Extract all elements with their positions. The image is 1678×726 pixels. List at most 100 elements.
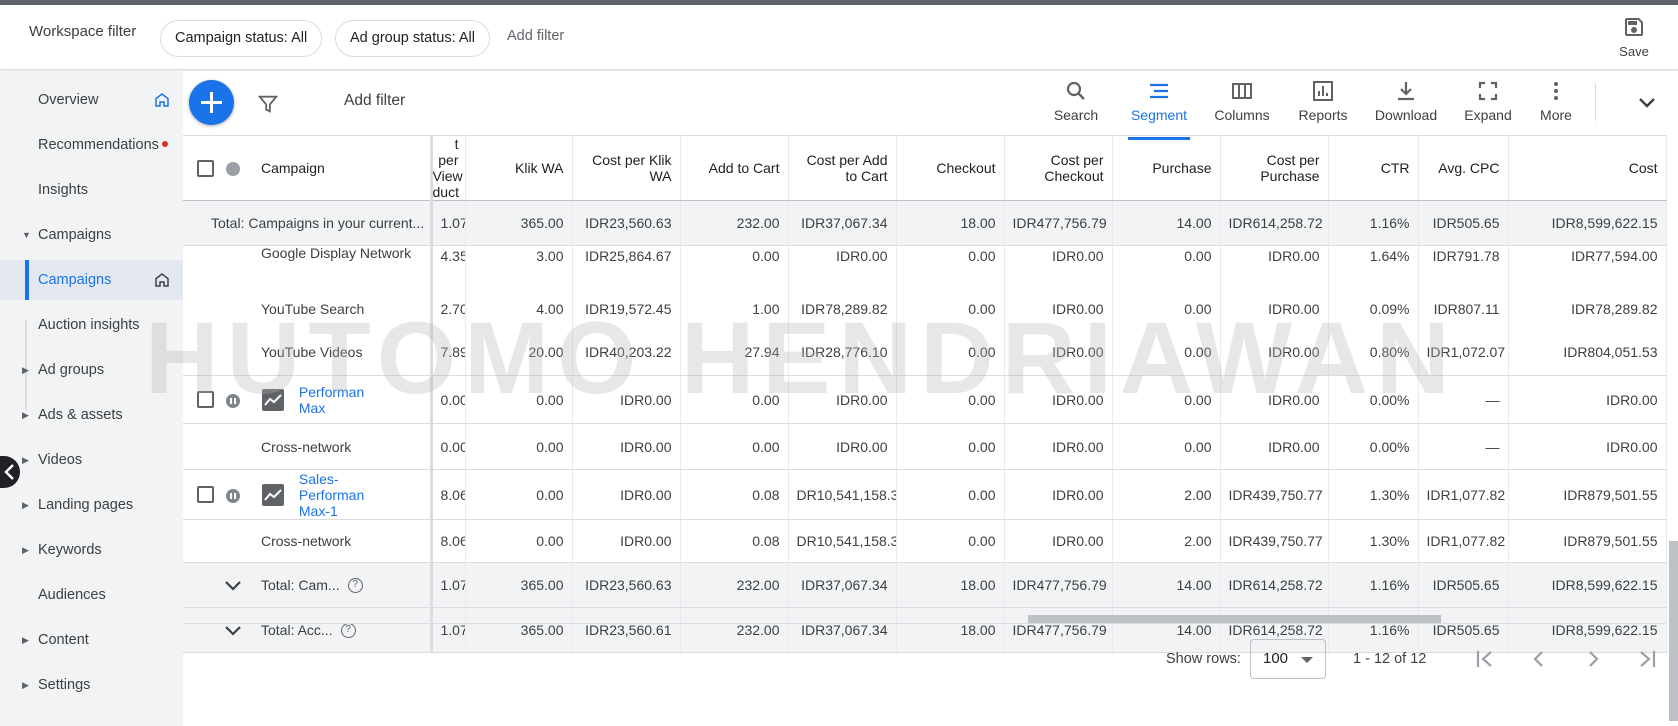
paused-status-icon[interactable]: [226, 488, 240, 503]
add-to-cart-header[interactable]: Add to Cart: [680, 135, 789, 201]
campaign-row[interactable]: Performan Max 0.00 0.00 IDR0.00 0.00 IDR…: [183, 375, 1667, 424]
sidebar-item-auction-insights[interactable]: Auction insights: [0, 305, 183, 345]
filter-icon[interactable]: [257, 93, 279, 115]
rows-per-page-select[interactable]: 100: [1250, 639, 1326, 679]
sidebar-item-campaigns-group[interactable]: ▼ Campaigns: [0, 215, 183, 255]
sidebar-item-campaigns[interactable]: Campaigns: [0, 260, 183, 300]
table-cell: IDR0.00: [1004, 375, 1113, 424]
table-cell: 1.00: [680, 287, 789, 330]
cost-per-add-to-cart-header[interactable]: Cost per Add to Cart: [788, 135, 897, 201]
table-cell: IDR439,750.77: [1220, 469, 1329, 520]
home-icon: [155, 93, 169, 107]
show-rows-label: Show rows:: [1166, 651, 1241, 667]
campaign-header[interactable]: Campaign: [251, 135, 433, 201]
ad-group-status-chip[interactable]: Ad group status: All: [335, 20, 490, 57]
table-cell: IDR0.00: [1220, 287, 1329, 330]
workspace-add-filter[interactable]: Add filter: [507, 28, 564, 44]
table-cell: IDR23,560.63: [572, 200, 681, 246]
cost-per-klik-wa-header[interactable]: Cost per Klik WA: [572, 135, 681, 201]
download-tool-button[interactable]: Download: [1371, 79, 1441, 123]
row-checkbox[interactable]: [196, 391, 214, 409]
expand-tool-button[interactable]: Expand: [1453, 79, 1523, 123]
table-cell: 8.06: [431, 469, 466, 520]
table-cell: 4.00: [465, 287, 573, 330]
tool-label: Segment: [1130, 107, 1188, 123]
reports-tool-button[interactable]: Reports: [1288, 79, 1358, 123]
sidebar-item-keywords[interactable]: ▶ Keywords: [0, 530, 183, 570]
cost-per-checkout-header[interactable]: Cost per Checkout: [1004, 135, 1113, 201]
help-icon[interactable]: ?: [347, 578, 363, 594]
vertical-scrollbar[interactable]: [1669, 541, 1678, 721]
sidebar-item-ads-assets[interactable]: ▶ Ads & assets: [0, 395, 183, 435]
columns-tool-button[interactable]: Columns: [1207, 79, 1277, 123]
first-page-icon[interactable]: [1473, 648, 1497, 670]
cost-per-purchase-header[interactable]: Cost per Purchase: [1220, 135, 1329, 201]
table-cell: IDR1,072.07: [1418, 329, 1509, 376]
cost-header[interactable]: Cost: [1508, 135, 1667, 201]
sidebar-item-label: Ad groups: [38, 362, 105, 378]
checkout-header[interactable]: Checkout: [896, 135, 1005, 201]
avg-cpc-header[interactable]: Avg. CPC: [1418, 135, 1509, 201]
campaign-name-link[interactable]: Performan Max: [299, 384, 369, 416]
sidebar-item-label: Keywords: [38, 542, 102, 558]
total-campaigns-label: Total: Cam...: [261, 576, 340, 593]
sidebar-item-recommendations[interactable]: Recommendations: [0, 125, 183, 165]
more-tool-button[interactable]: More: [1521, 79, 1591, 123]
purchase-header[interactable]: Purchase: [1112, 135, 1221, 201]
table-footer: Show rows: 100 1 - 12 of 12: [183, 623, 1666, 726]
empty-cell: [215, 288, 251, 330]
chevron-down-icon[interactable]: [1635, 93, 1659, 113]
row-status-cell: [215, 469, 251, 520]
create-button[interactable]: [189, 80, 234, 125]
next-page-icon[interactable]: [1581, 648, 1605, 670]
table-cell: IDR0.00: [1004, 423, 1113, 470]
table-cell: 7.89: [431, 329, 466, 376]
table-cell: 0.08: [680, 519, 789, 563]
chevron-down-icon[interactable]: [224, 580, 242, 592]
table-cell: 2.00: [1112, 519, 1221, 563]
sidebar-item-audiences[interactable]: Audiences: [0, 575, 183, 615]
sidebar-item-content[interactable]: ▶ Content: [0, 620, 183, 660]
previous-page-icon[interactable]: [1527, 648, 1551, 670]
select-all-checkbox[interactable]: [196, 159, 214, 177]
table-cell: 232.00: [680, 562, 789, 608]
sidebar-item-settings[interactable]: ▶ Settings: [0, 665, 183, 705]
total-campaigns-row: Total: Cam...? 1.07 365.00 IDR23,560.63 …: [183, 562, 1667, 608]
performance-max-icon: [262, 483, 284, 506]
row-checkbox[interactable]: [196, 486, 214, 504]
campaign-status-chip[interactable]: Campaign status: All: [160, 20, 323, 57]
table-cell: IDR0.00: [788, 245, 897, 288]
search-icon: [1066, 81, 1085, 100]
campaign-name-link[interactable]: Sales-Performan Max-1: [299, 471, 371, 519]
sidebar-item-videos[interactable]: ▶ Videos: [0, 440, 183, 480]
sidebar-item-landing-pages[interactable]: ▶ Landing pages: [0, 485, 183, 525]
toolbar-add-filter[interactable]: Add filter: [344, 92, 405, 110]
table-cell: 1.07: [431, 200, 466, 246]
table-cell: IDR439,750.77: [1220, 519, 1329, 563]
table-cell: 3.00: [465, 245, 573, 288]
sidebar-item-label: Landing pages: [38, 497, 134, 513]
sidebar-item-insights[interactable]: Insights: [0, 170, 183, 210]
notification-dot: [161, 141, 168, 147]
total-label-cell: Total: Cam...?: [251, 562, 433, 608]
sidebar-item-ad-groups[interactable]: ▶ Ad groups: [0, 350, 183, 390]
campaign-row[interactable]: Sales-Performan Max-1 8.06 0.00 IDR0.00 …: [183, 469, 1667, 520]
paused-status-icon[interactable]: [226, 393, 240, 408]
empty-cell: [183, 329, 215, 376]
last-page-icon[interactable]: [1635, 648, 1659, 670]
cost-per-view-header[interactable]: t per View duct: [431, 135, 466, 201]
save-button[interactable]: Save: [1612, 15, 1656, 59]
klik-wa-header[interactable]: Klik WA: [465, 135, 573, 201]
sidebar-item-overview[interactable]: Overview: [0, 80, 183, 120]
table-cell: IDR807.11: [1418, 287, 1509, 330]
ctr-header[interactable]: CTR: [1328, 135, 1419, 201]
dropdown-arrow-icon: [1301, 657, 1313, 663]
table-cell: 4.35: [431, 245, 466, 288]
segment-tool-button[interactable]: Segment: [1124, 79, 1194, 140]
caret-right-icon: ▶: [22, 455, 29, 465]
table-cell: 2.00: [1112, 469, 1221, 520]
collapse-sidebar-button[interactable]: [0, 456, 20, 488]
horizontal-scrollbar[interactable]: [1028, 615, 1441, 623]
search-tool-button[interactable]: Search: [1041, 79, 1111, 123]
table-cell: 0.00: [1112, 245, 1221, 288]
